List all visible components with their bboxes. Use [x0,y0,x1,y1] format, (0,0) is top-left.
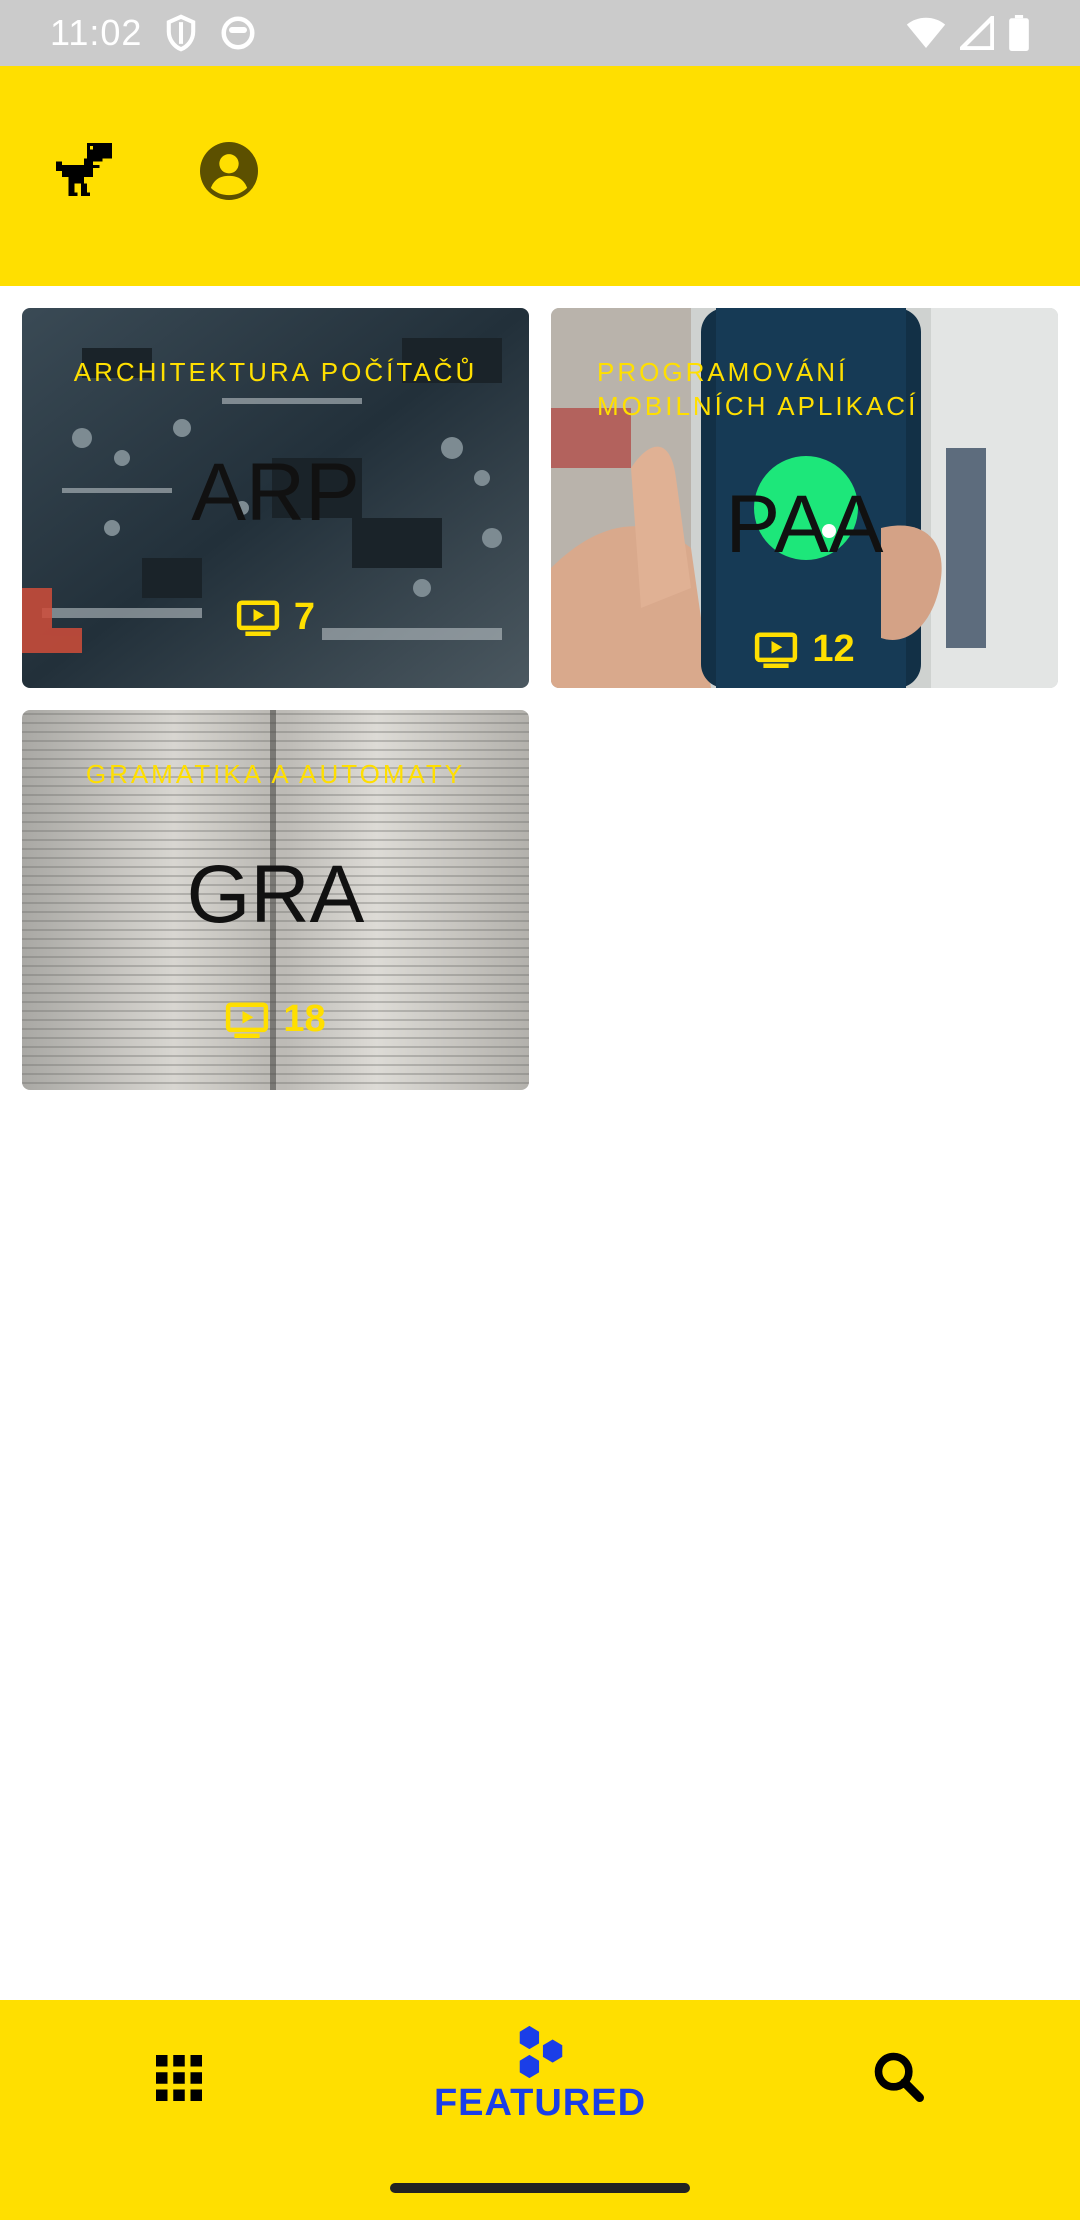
course-card-arp[interactable]: ARCHITEKTURA POČÍTAČŮ ARP 7 [22,308,529,688]
face-icon [221,16,255,50]
video-icon [755,631,798,668]
video-count-value: 12 [812,628,855,670]
video-icon [236,599,280,636]
hexagons-icon[interactable] [512,2024,570,2082]
course-code: GRA [186,849,365,940]
course-card-gra[interactable]: GRAMATIKA A AUTOMATY GRA 18 [22,710,529,1090]
shield-icon [167,14,196,52]
video-count: 12 [551,628,1058,671]
search-icon[interactable] [872,2050,924,2102]
course-category: PROGRAMOVÁNÍ MOBILNÍCH APLIKACÍ [597,355,1058,423]
course-category: GRAMATIKA A AUTOMATY [85,759,466,789]
status-time: 11:02 [50,12,143,53]
screen: 11:02 ARCHITEKTURA POČÍTAČŮ ARP 7 PROGRA… [0,0,1080,2220]
course-category: ARCHITEKTURA POČÍTAČŮ [73,357,478,387]
battery-icon [1009,15,1029,51]
video-count: 7 [22,596,529,639]
signal-icon [960,16,994,50]
status-left: 11:02 [50,12,256,54]
status-bar: 11:02 [0,0,1080,66]
status-right [906,15,1030,51]
dino-logo-icon[interactable] [56,140,118,202]
video-count-value: 7 [293,596,316,638]
course-category-line2: MOBILNÍCH APLIKACÍ [597,391,919,421]
video-count-value: 18 [283,998,326,1040]
video-icon [226,1001,269,1038]
course-category-line1: PROGRAMOVÁNÍ [597,357,849,387]
wifi-icon [906,17,946,48]
video-count: 18 [22,998,529,1041]
app-bar [0,66,1080,286]
course-code: PAA [725,479,884,570]
home-indicator[interactable] [390,2183,690,2193]
course-card-paa[interactable]: PROGRAMOVÁNÍ MOBILNÍCH APLIKACÍ PAA 12 [551,308,1058,688]
course-code: ARP [191,447,360,538]
account-circle-icon[interactable] [200,142,258,200]
